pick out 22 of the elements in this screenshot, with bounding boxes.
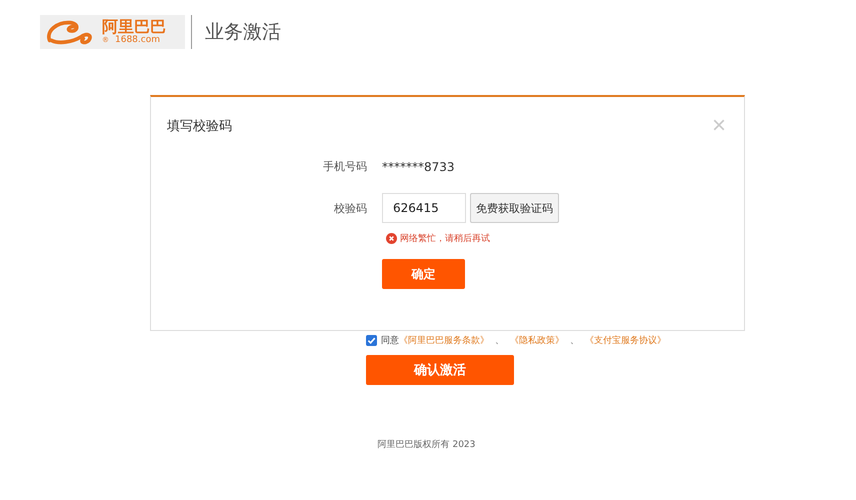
- agreement-link[interactable]: 《阿里巴巴服务条款》: [399, 334, 489, 347]
- code-field[interactable]: 626415: [382, 193, 466, 223]
- close-button[interactable]: ×: [712, 114, 726, 138]
- confirm-button[interactable]: 确定: [382, 259, 465, 289]
- agreement-link[interactable]: 《支付宝服务协议》: [585, 334, 666, 347]
- agreement-link[interactable]: 《隐私政策》: [510, 334, 564, 347]
- agree-label: 同意: [381, 334, 399, 347]
- activate-button[interactable]: 确认激活: [366, 355, 514, 385]
- copyright-text: 阿里巴巴版权所有 2023: [376, 438, 476, 451]
- dialog-title: 填写校验码: [167, 118, 232, 135]
- logo-name: 阿里巴巴: [102, 19, 166, 35]
- page-title: 业务激活: [205, 20, 281, 45]
- logo-domain: 1688.com: [115, 36, 160, 45]
- field-label: 手机号码: [322, 159, 367, 174]
- error-message: 网络繁忙，请稍后再试: [400, 232, 490, 245]
- phone-number: *******8733: [382, 160, 455, 174]
- checkbox[interactable]: [366, 335, 377, 346]
- field-label: 校验码: [333, 200, 367, 216]
- separator: 、: [495, 335, 504, 347]
- error-icon: [386, 233, 397, 244]
- separator: 、: [570, 335, 579, 347]
- get-code-button[interactable]: 免费获取验证码: [470, 193, 559, 223]
